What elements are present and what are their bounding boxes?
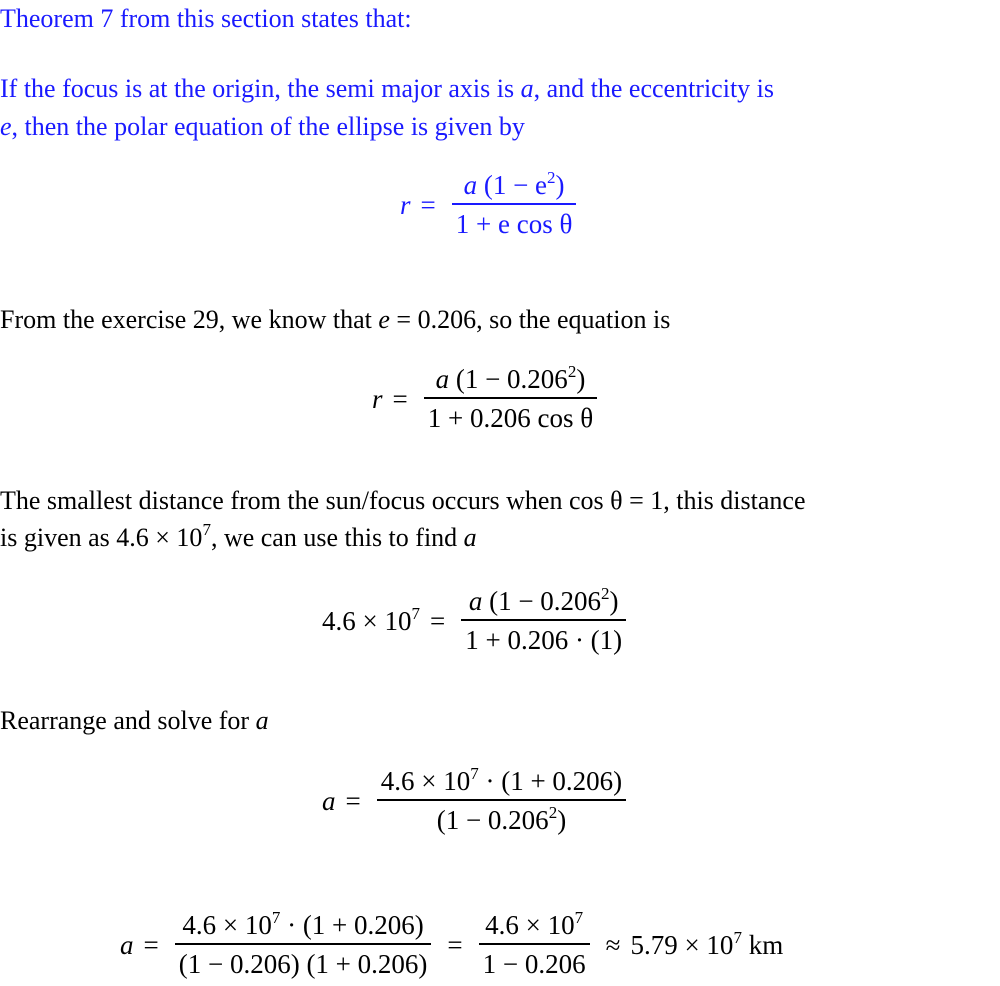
step1-text: From the exercise 29, we know that e = 0… bbox=[0, 307, 670, 333]
num-exp: 7 bbox=[470, 764, 479, 783]
step1-text-post: = 0.206, so the equation is bbox=[389, 305, 671, 334]
eq-fraction: 4.6 × 107 · (1 + 0.206) (1 − 0.2062) bbox=[376, 765, 627, 834]
result-base: 5.79 × 10 bbox=[630, 929, 734, 960]
num-paren: (1 − e bbox=[483, 170, 548, 200]
variable-e: e bbox=[0, 112, 12, 141]
step2-line1: The smallest distance from the sun/focus… bbox=[0, 488, 805, 514]
eq-fraction-1: 4.6 × 107 · (1 + 0.206) (1 − 0.206) (1 +… bbox=[174, 909, 432, 979]
step1-text-pre: From the exercise 29, we know that bbox=[0, 305, 379, 334]
num-paren: (1 − 0.206 bbox=[489, 586, 602, 616]
den-close: ) bbox=[557, 805, 567, 835]
num-post: · (1 + 0.206) bbox=[478, 766, 623, 796]
theorem-intro: Theorem 7 from this section states that: bbox=[0, 6, 412, 32]
theorem-statement-line1: If the focus is at the origin, the semi … bbox=[0, 76, 774, 102]
step2-line2-pre: is given as 4.6 × 10 bbox=[0, 523, 203, 552]
eq-numerator: 4.6 × 107 bbox=[481, 909, 587, 943]
eq-sign: = bbox=[429, 605, 446, 636]
eq-denominator: (1 − 0.2062) bbox=[433, 801, 570, 834]
exp: 7 bbox=[202, 520, 211, 539]
num-exp: 2 bbox=[601, 584, 610, 603]
step2-line2: is given as 4.6 × 107, we can use this t… bbox=[0, 521, 477, 552]
eq-lhs: a bbox=[120, 929, 134, 960]
eq-denominator: 1 + 0.206 · (1) bbox=[465, 625, 623, 655]
eq-numerator: a (1 − e2) bbox=[460, 169, 569, 203]
step2-equation: 4.6 × 107 = a (1 − 0.2062) 1 + 0.206 · (… bbox=[322, 585, 632, 655]
num-exp: 2 bbox=[547, 168, 556, 187]
eq-sign: = bbox=[420, 189, 436, 220]
statement-text: , and the eccentricity is bbox=[533, 74, 775, 103]
eq-lhs: 4.6 × 107 bbox=[322, 603, 420, 637]
num-close: ) bbox=[576, 364, 586, 394]
eq-numerator: a (1 − 0.2062) bbox=[432, 363, 590, 397]
eq-sign: = bbox=[392, 383, 408, 414]
eq-denominator: 1 + e cos θ bbox=[455, 209, 573, 239]
result-exp: 7 bbox=[733, 927, 742, 947]
num-base: 4.6 × 10 bbox=[485, 910, 575, 940]
num-post: · (1 + 0.206) bbox=[280, 910, 424, 940]
step2-line2-post: , we can use this to find bbox=[210, 523, 464, 552]
step3-text: Rearrange and solve for a bbox=[0, 708, 269, 734]
num-a: a bbox=[435, 364, 450, 394]
eq-denominator: 1 + 0.206 cos θ bbox=[427, 403, 594, 433]
eq-denominator: (1 − 0.206) (1 + 0.206) bbox=[178, 949, 428, 979]
num-a: a bbox=[463, 170, 478, 200]
eq-numerator: 4.6 × 107 · (1 + 0.206) bbox=[178, 909, 427, 943]
den-base: (1 − 0.206 bbox=[436, 805, 549, 835]
eq-lhs: a bbox=[322, 785, 336, 816]
eq-fraction: a (1 − 0.2062) 1 + 0.206 · (1) bbox=[461, 585, 627, 655]
eq-numerator: 4.6 × 107 · (1 + 0.206) bbox=[377, 765, 626, 799]
theorem-statement-line2: e, then the polar equation of the ellips… bbox=[0, 114, 525, 140]
eq-fraction-2: 4.6 × 107 1 − 0.206 bbox=[478, 909, 590, 979]
variable-a: a bbox=[255, 706, 269, 735]
result-unit: km bbox=[741, 929, 784, 960]
num-exp: 7 bbox=[574, 908, 584, 927]
final-equation: a = 4.6 × 107 · (1 + 0.206) (1 − 0.206) … bbox=[120, 909, 784, 979]
num-close: ) bbox=[555, 170, 565, 200]
step3-equation: a = 4.6 × 107 · (1 + 0.206) (1 − 0.2062) bbox=[322, 765, 632, 834]
theorem-intro-text: Theorem 7 from this section states that: bbox=[0, 4, 412, 33]
num-a: a bbox=[468, 586, 483, 616]
num-base: 4.6 × 10 bbox=[380, 766, 471, 796]
step3-text-pre: Rearrange and solve for bbox=[0, 706, 256, 735]
step1-equation: r = a (1 − 0.2062) 1 + 0.206 cos θ bbox=[372, 363, 603, 433]
approx-sign: ≈ bbox=[605, 929, 621, 960]
eq-numerator: a (1 − 0.2062) bbox=[465, 585, 623, 619]
variable-a: a bbox=[463, 523, 477, 552]
eq-lhs: r bbox=[400, 189, 411, 220]
eq-sign: = bbox=[345, 785, 361, 816]
final-result: 5.79 × 107 km bbox=[630, 927, 784, 961]
statement-text: If the focus is at the origin, the semi … bbox=[0, 74, 521, 103]
num-paren: (1 − 0.206 bbox=[455, 364, 568, 394]
eq-sign: = bbox=[143, 929, 159, 960]
eq-denominator: 1 − 0.206 bbox=[482, 949, 586, 979]
eq-fraction: a (1 − e2) 1 + e cos θ bbox=[451, 169, 577, 239]
eq-lhs: r bbox=[372, 383, 383, 414]
statement-text: , then the polar equation of the ellipse… bbox=[11, 112, 525, 141]
eq-fraction: a (1 − 0.2062) 1 + 0.206 cos θ bbox=[423, 363, 598, 433]
variable-a: a bbox=[520, 74, 534, 103]
theorem-equation: r = a (1 − e2) 1 + e cos θ bbox=[400, 169, 582, 239]
variable-e: e bbox=[378, 305, 390, 334]
eq-sign: = bbox=[447, 929, 463, 960]
step2-line1-text: The smallest distance from the sun/focus… bbox=[0, 486, 806, 515]
lhs-exp: 7 bbox=[411, 603, 420, 623]
den-exp: 2 bbox=[548, 803, 558, 822]
lhs-base: 4.6 × 10 bbox=[322, 605, 412, 636]
num-close: ) bbox=[609, 586, 619, 616]
num-base: 4.6 × 10 bbox=[182, 910, 272, 940]
